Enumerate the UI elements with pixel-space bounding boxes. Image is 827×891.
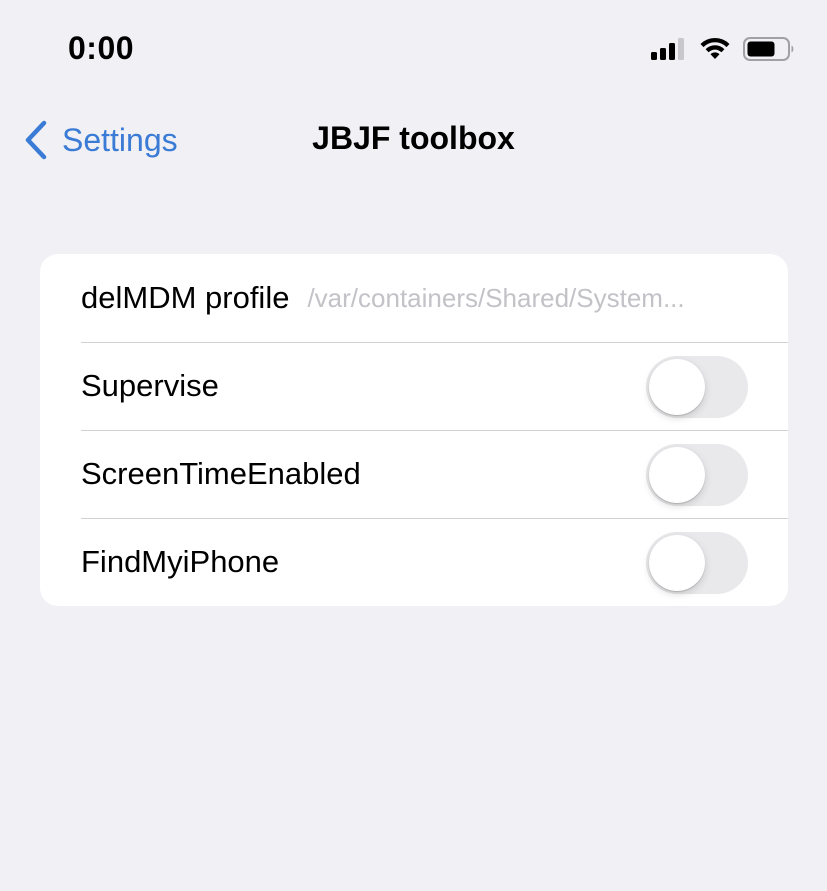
settings-group: delMDM profile /var/containers/Shared/Sy… (40, 254, 788, 606)
page-title: JBJF toolbox (312, 120, 515, 156)
screentimeenabled-toggle[interactable] (646, 444, 748, 506)
status-icons (651, 34, 795, 64)
setting-label: FindMyiPhone (81, 544, 280, 579)
setting-value: /var/containers/Shared/System... (307, 282, 685, 313)
findmyiphone-toggle[interactable] (646, 532, 748, 594)
settings-screen: 0:00 Settings JBJF toolbox delMDM profil… (0, 0, 827, 891)
toggle-knob (649, 535, 705, 591)
cellular-signal-icon (651, 38, 684, 60)
setting-label: ScreenTimeEnabled (81, 456, 361, 491)
setting-label: Supervise (81, 368, 219, 403)
wifi-icon (700, 37, 730, 59)
setting-row-supervise: Supervise (40, 342, 788, 430)
status-time: 0:00 (68, 30, 135, 66)
toggle-knob (649, 447, 705, 503)
supervise-toggle[interactable] (646, 356, 748, 418)
setting-row-screentimeenabled: ScreenTimeEnabled (40, 430, 788, 518)
setting-row-delmdm-profile[interactable]: delMDM profile /var/containers/Shared/Sy… (40, 254, 788, 342)
toggle-knob (649, 359, 705, 415)
setting-label: delMDM profile (81, 280, 290, 315)
setting-row-findmyiphone: FindMyiPhone (40, 518, 788, 606)
battery-icon (743, 37, 794, 61)
